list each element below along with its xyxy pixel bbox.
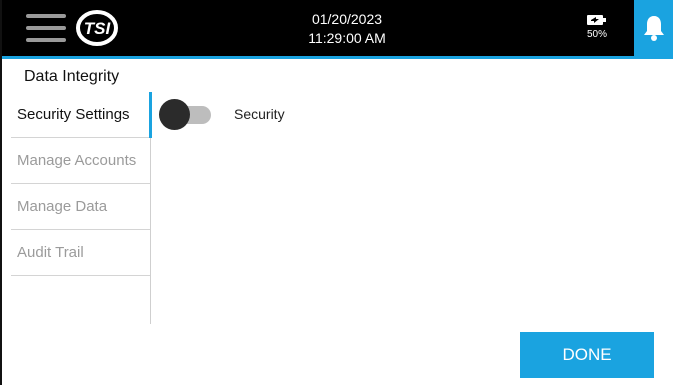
sidebar-item-security-settings[interactable]: Security Settings [11, 92, 152, 138]
toggle-knob [159, 99, 190, 130]
battery-charging-icon [587, 15, 606, 25]
notifications-button[interactable] [634, 0, 673, 59]
top-bar: TSI 01/20/2023 11:29:00 AM 50% [2, 0, 673, 59]
tsi-logo: TSI [76, 10, 118, 46]
sidebar-item-manage-accounts[interactable]: Manage Accounts [11, 138, 150, 184]
sidebar-item-audit-trail[interactable]: Audit Trail [11, 230, 150, 276]
svg-text:TSI: TSI [84, 19, 112, 38]
security-toggle[interactable] [159, 99, 213, 130]
bell-icon [644, 16, 664, 41]
date-time-display: 01/20/2023 11:29:00 AM [292, 10, 402, 48]
done-button[interactable]: DONE [520, 332, 654, 378]
security-label: Security [234, 106, 285, 122]
sidebar: Security Settings Manage Accounts Manage… [11, 92, 152, 324]
app-frame: TSI 01/20/2023 11:29:00 AM 50% Data Inte… [0, 0, 673, 385]
time-text: 11:29:00 AM [308, 30, 386, 46]
menu-icon[interactable] [26, 14, 66, 42]
battery-status: 50% [580, 14, 614, 40]
page-title: Data Integrity [24, 68, 120, 85]
battery-percent: 50% [586, 29, 607, 40]
date-text: 01/20/2023 [311, 11, 383, 27]
top-bar-accent-line [2, 56, 634, 59]
sidebar-item-manage-data[interactable]: Manage Data [11, 184, 150, 230]
